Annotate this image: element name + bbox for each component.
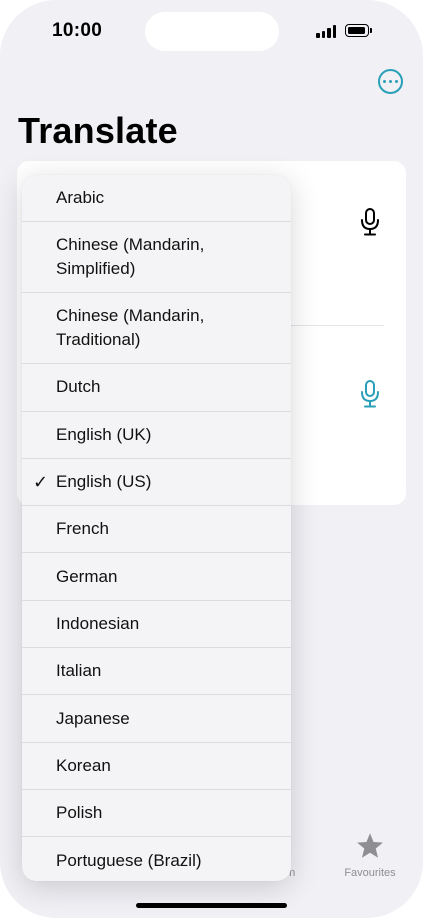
menu-item-label: Arabic [56, 188, 105, 208]
menu-item-label: Portuguese (Brazil) [56, 850, 202, 870]
battery-tip [370, 28, 372, 33]
status-bar: 10:00 [0, 0, 423, 60]
menu-item-chinese-simplified[interactable]: Chinese (Mandarin, Simplified) [22, 222, 291, 294]
tab-favourites-label: Favourites [344, 867, 396, 879]
menu-item-english-us[interactable]: ✓ English (US) [22, 459, 291, 507]
menu-item-label: Indonesian [56, 613, 140, 633]
status-time: 10:00 [52, 20, 103, 41]
home-indicator [136, 903, 287, 908]
menu-item-french[interactable]: French [22, 506, 291, 554]
menu-item-label: Polish [56, 803, 103, 823]
menu-item-chinese-traditional[interactable]: Chinese (Mandarin, Traditional) [22, 293, 291, 365]
microphone-icon[interactable] [360, 380, 380, 408]
menu-item-dutch[interactable]: Dutch [22, 364, 291, 412]
menu-item-label: German [56, 566, 118, 586]
page-title: Translate [18, 110, 178, 151]
menu-item-indonesian[interactable]: Indonesian [22, 601, 291, 649]
star-icon [357, 833, 383, 858]
microphone-icon[interactable] [360, 208, 380, 236]
menu-item-label: English (US) [56, 472, 152, 492]
menu-item-polish[interactable]: Polish [22, 790, 291, 838]
menu-item-english-uk[interactable]: English (UK) [22, 412, 291, 459]
menu-item-label: Chinese (Mandarin, Traditional) [56, 306, 205, 350]
dynamic-island [145, 12, 279, 51]
menu-item-label: Chinese (Mandarin, Simplified) [56, 235, 205, 279]
menu-item-label: Dutch [56, 377, 101, 397]
menu-item-label: Korean [56, 755, 111, 775]
battery-icon [345, 24, 369, 37]
menu-item-japanese[interactable]: Japanese [22, 695, 291, 743]
menu-item-label: Japanese [56, 708, 130, 728]
phone-screen: 10:00 Translate on Favourites Arabi [0, 0, 423, 918]
menu-item-italian[interactable]: Italian [22, 648, 291, 696]
menu-item-korean[interactable]: Korean [22, 743, 291, 790]
menu-item-label: French [56, 519, 109, 539]
menu-item-arabic[interactable]: Arabic [22, 175, 291, 223]
menu-item-label: English (UK) [56, 424, 152, 444]
checkmark-icon: ✓ [33, 472, 49, 493]
more-options-icon[interactable] [378, 69, 403, 94]
card-divider [290, 325, 384, 326]
menu-item-label: Italian [56, 661, 102, 681]
menu-item-german[interactable]: German [22, 553, 291, 601]
menu-item-portuguese-brazil[interactable]: Portuguese (Brazil) [22, 837, 291, 881]
signal-icon [316, 25, 338, 38]
language-menu: Arabic Chinese (Mandarin, Simplified) Ch… [22, 175, 291, 881]
tab-favourites[interactable]: Favourites [336, 832, 404, 879]
